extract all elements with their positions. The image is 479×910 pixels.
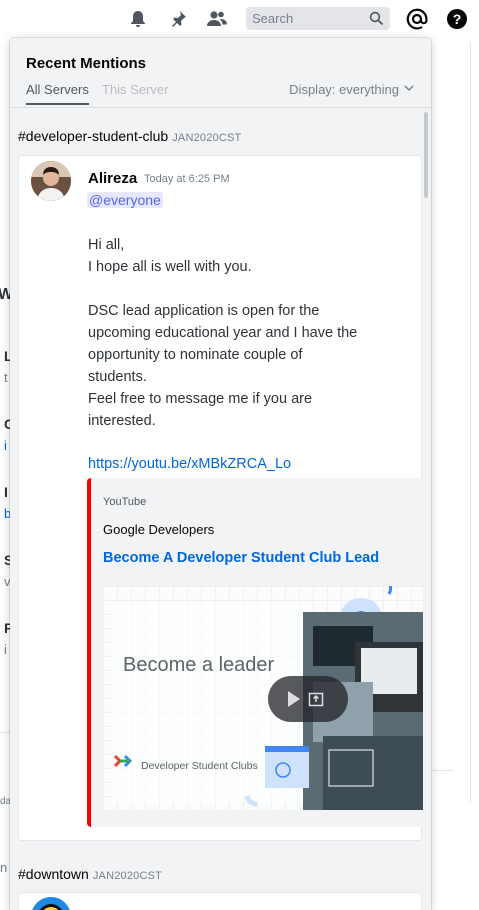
message-author[interactable]: Alireza — [88, 170, 137, 187]
mention-icon[interactable] — [406, 8, 428, 30]
tab-all-servers[interactable]: All Servers — [26, 82, 89, 105]
message-timestamp: Today at 6:25 PM — [144, 173, 230, 185]
scrollbar[interactable] — [423, 108, 429, 910]
avatar[interactable] — [31, 161, 71, 201]
bg-text: i — [4, 642, 7, 657]
external-link-icon — [308, 692, 324, 707]
channel-name: #developer-student-club — [18, 128, 169, 144]
channel-name: #downtown — [18, 866, 89, 882]
embed-title[interactable]: Become A Developer Student Club Lead — [103, 550, 379, 566]
play-icon — [288, 691, 300, 707]
search-input[interactable]: Search — [246, 7, 390, 30]
channel-header[interactable]: #developer-student-club JAN2020CST — [18, 128, 241, 144]
display-filter-label: Display: everything — [289, 82, 399, 97]
thumbnail-headline: Become a leader — [123, 654, 275, 676]
play-button[interactable] — [268, 676, 348, 722]
mentions-list[interactable]: #developer-student-club JAN2020CST Alirez… — [10, 108, 431, 910]
embed-author[interactable]: Google Developers — [103, 522, 214, 537]
popout-header: Recent Mentions All Servers This Server … — [10, 38, 431, 108]
everyone-mention[interactable]: @everyone — [87, 192, 163, 208]
bell-icon[interactable] — [127, 8, 149, 30]
tab-this-server[interactable]: This Server — [102, 82, 168, 103]
video-thumbnail[interactable]: Become a leader Developer Student Clubs — [103, 586, 423, 810]
top-toolbar: Search ? — [0, 0, 479, 38]
display-filter-dropdown[interactable]: Display: everything — [289, 82, 415, 97]
message-line: DSC lead application is open for the — [88, 303, 320, 319]
bg-divider — [470, 42, 471, 802]
embed-provider[interactable]: YouTube — [103, 496, 146, 508]
chevron-down-icon — [403, 82, 415, 97]
message-card[interactable] — [18, 892, 422, 910]
avatar[interactable] — [31, 897, 71, 910]
youtube-link[interactable]: https://youtu.be/xMBkZRCA_Lo — [88, 456, 291, 472]
message-line: students. — [88, 369, 147, 385]
message-line: interested. — [88, 413, 156, 429]
thumbnail-logo-text: Developer Student Clubs — [141, 760, 258, 772]
bg-text: t — [4, 370, 8, 385]
pin-icon[interactable] — [167, 8, 189, 30]
bg-text: I — [4, 484, 8, 500]
bg-text: i — [4, 438, 7, 453]
search-placeholder: Search — [252, 11, 294, 26]
bg-divider — [432, 770, 454, 771]
bg-text: n — [0, 860, 8, 875]
message-line: opportunity to nominate couple of — [88, 347, 303, 363]
server-name: JAN2020CST — [172, 132, 242, 144]
message-card[interactable]: Alireza Today at 6:25 PM @everyone Hi al… — [18, 155, 423, 841]
message-line: Feel free to message me if you are — [88, 391, 313, 407]
message-line: Hi all, — [88, 237, 125, 253]
popout-title: Recent Mentions — [26, 55, 147, 72]
message-line: I hope all is well with you. — [88, 259, 252, 275]
svg-text:?: ? — [453, 11, 462, 27]
thumbnail-art — [111, 586, 423, 810]
message-line: upcoming educational year and I have the — [88, 325, 358, 341]
channel-header[interactable]: #downtown JAN2020CST — [18, 866, 162, 882]
help-icon[interactable]: ? — [446, 8, 468, 30]
members-icon[interactable] — [206, 8, 228, 30]
video-embed: YouTube Google Developers Become A Devel… — [87, 478, 423, 827]
scrollbar-thumb[interactable] — [424, 112, 428, 198]
search-icon — [369, 11, 384, 26]
recent-mentions-popout: Recent Mentions All Servers This Server … — [10, 38, 431, 910]
server-name: JAN2020CST — [92, 870, 163, 882]
